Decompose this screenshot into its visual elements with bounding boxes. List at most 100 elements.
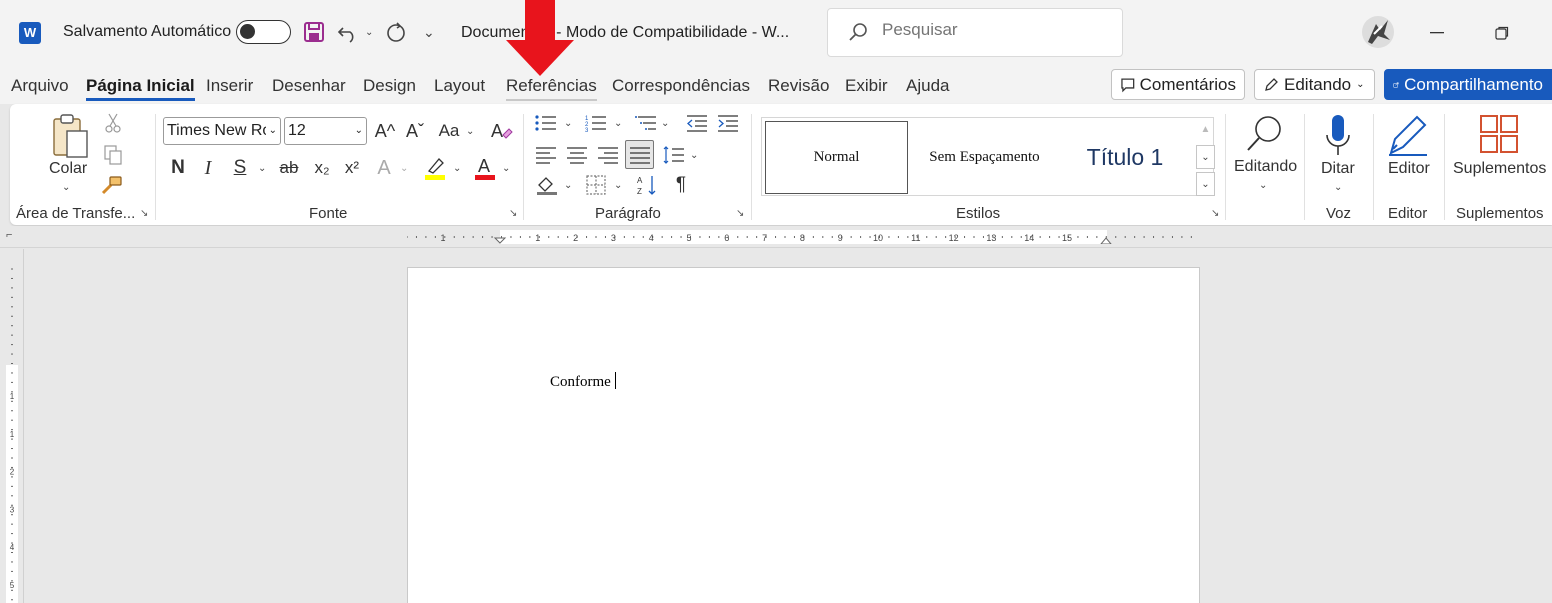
- paste-icon[interactable]: [50, 112, 90, 160]
- microphone-icon[interactable]: [1322, 112, 1354, 158]
- add-ins-label[interactable]: Suplementos: [1453, 160, 1546, 178]
- grow-font-icon[interactable]: A^: [372, 118, 398, 144]
- font-color-dropdown-icon[interactable]: ⌄: [502, 163, 510, 174]
- format-painter-icon[interactable]: [100, 174, 124, 196]
- tab-referencias[interactable]: Referências: [506, 76, 597, 101]
- strikethrough-button[interactable]: ab: [276, 155, 302, 181]
- tab-desenhar[interactable]: Desenhar: [272, 76, 346, 96]
- tab-selector-icon[interactable]: ⌐: [6, 229, 12, 241]
- highlight-dropdown-icon[interactable]: ⌄: [453, 163, 461, 174]
- share-button[interactable]: Compartilhamento: [1384, 69, 1552, 100]
- tab-layout[interactable]: Layout: [434, 76, 485, 96]
- decrease-indent-icon[interactable]: [685, 112, 709, 134]
- editing-dropdown-icon[interactable]: ⌄: [1259, 180, 1267, 191]
- case-dropdown-icon[interactable]: ⌄: [466, 126, 474, 137]
- numbering-icon[interactable]: 123: [584, 112, 608, 134]
- style-heading-1[interactable]: Título 1: [1060, 121, 1190, 194]
- tab-design[interactable]: Design: [363, 76, 416, 96]
- italic-button[interactable]: I: [196, 155, 220, 181]
- sort-icon[interactable]: AZ: [636, 174, 660, 196]
- ruler-label: 3: [611, 233, 616, 243]
- add-ins-icon[interactable]: [1477, 112, 1521, 156]
- subscript-button[interactable]: x₂: [310, 155, 334, 181]
- text-effects-dropdown-icon[interactable]: ⌄: [400, 163, 408, 174]
- numbering-dropdown-icon[interactable]: ⌄: [614, 118, 622, 129]
- vertical-ruler: 1 1 2 3 4 5: [0, 249, 24, 603]
- ruler-scale[interactable]: 1 1 2 3 4 5 6 7 8 9 10 11 12 13 14 15: [407, 230, 1200, 244]
- show-paragraph-marks-icon[interactable]: ¶: [670, 174, 692, 196]
- shrink-font-icon[interactable]: Aˇ: [402, 118, 428, 144]
- font-color-icon[interactable]: A: [472, 154, 498, 182]
- styles-more-icon[interactable]: ⌄: [1196, 172, 1215, 196]
- tab-exibir[interactable]: Exibir: [845, 76, 888, 96]
- search-input[interactable]: [882, 20, 1102, 40]
- minimize-icon[interactable]: [1422, 18, 1452, 48]
- undo-icon[interactable]: [336, 20, 360, 44]
- tab-ajuda[interactable]: Ajuda: [906, 76, 949, 96]
- text-effects-icon[interactable]: A: [372, 155, 396, 181]
- font-family-select[interactable]: Times New Ro ⌄: [163, 117, 281, 145]
- align-left-icon[interactable]: [534, 144, 558, 166]
- customize-toolbar-icon[interactable]: ⌄: [423, 24, 435, 41]
- font-size-select[interactable]: 12 ⌄: [284, 117, 367, 145]
- increase-indent-icon[interactable]: [716, 112, 740, 134]
- autosave-toggle[interactable]: [236, 20, 291, 44]
- tab-arquivo[interactable]: Arquivo: [11, 76, 69, 96]
- styles-scroll-down-icon[interactable]: ⌄: [1196, 145, 1215, 169]
- clipboard-launcher-icon[interactable]: ↘: [140, 208, 150, 219]
- copy-icon[interactable]: [102, 144, 124, 166]
- ruler-label: 4: [649, 233, 654, 243]
- avatar[interactable]: [1362, 16, 1394, 48]
- change-case-icon[interactable]: Aa: [436, 118, 462, 144]
- paragraph-launcher-icon[interactable]: ↘: [736, 208, 746, 219]
- search-box[interactable]: [827, 8, 1123, 57]
- dictate-dropdown-icon[interactable]: ⌄: [1334, 182, 1342, 193]
- undo-dropdown-icon[interactable]: ⌄: [365, 27, 373, 38]
- editing-label[interactable]: Editando: [1234, 158, 1297, 176]
- justify-icon[interactable]: [625, 140, 654, 169]
- editor-label[interactable]: Editor: [1388, 160, 1430, 178]
- multilevel-dropdown-icon[interactable]: ⌄: [661, 118, 669, 129]
- bullets-icon[interactable]: [534, 112, 558, 134]
- comments-button[interactable]: Comentários: [1111, 69, 1245, 100]
- tab-correspondencias[interactable]: Correspondências: [612, 76, 750, 96]
- save-icon[interactable]: [302, 20, 326, 44]
- align-right-icon[interactable]: [596, 144, 620, 166]
- shading-icon[interactable]: [535, 174, 559, 196]
- editing-mode-button[interactable]: Editando ⌄: [1254, 69, 1375, 100]
- clear-formatting-icon[interactable]: A: [488, 117, 514, 145]
- align-center-icon[interactable]: [565, 144, 589, 166]
- document-page[interactable]: Conforme: [407, 267, 1200, 603]
- borders-icon[interactable]: [584, 174, 608, 196]
- tab-pagina-inicial[interactable]: Página Inicial: [86, 76, 195, 101]
- tab-inserir[interactable]: Inserir: [206, 76, 253, 96]
- style-normal[interactable]: Normal: [765, 121, 908, 194]
- tab-revisao[interactable]: Revisão: [768, 76, 829, 96]
- cut-icon[interactable]: [102, 112, 124, 134]
- paste-dropdown-icon[interactable]: ⌄: [62, 182, 70, 193]
- superscript-button[interactable]: x²: [340, 155, 364, 181]
- style-no-spacing[interactable]: Sem Espaçamento: [912, 121, 1057, 194]
- line-spacing-icon[interactable]: [662, 144, 686, 166]
- bullets-dropdown-icon[interactable]: ⌄: [564, 118, 572, 129]
- styles-scroll-up-icon[interactable]: ▲: [1196, 117, 1215, 141]
- borders-dropdown-icon[interactable]: ⌄: [614, 180, 622, 191]
- shading-dropdown-icon[interactable]: ⌄: [564, 180, 572, 191]
- restore-icon[interactable]: [1487, 18, 1517, 48]
- dictate-label[interactable]: Ditar: [1321, 160, 1355, 178]
- underline-dropdown-icon[interactable]: ⌄: [258, 163, 266, 174]
- find-icon[interactable]: [1242, 112, 1286, 156]
- styles-launcher-icon[interactable]: ↘: [1211, 208, 1221, 219]
- font-size-value: 12: [288, 122, 306, 139]
- redo-icon[interactable]: [384, 20, 408, 44]
- document-body[interactable]: Conforme: [550, 372, 616, 391]
- paste-label[interactable]: Colar: [49, 160, 87, 178]
- underline-button[interactable]: S: [228, 155, 252, 181]
- bold-button[interactable]: N: [166, 155, 190, 181]
- highlight-icon[interactable]: [422, 154, 448, 182]
- font-launcher-icon[interactable]: ↘: [509, 208, 519, 219]
- multilevel-list-icon[interactable]: [634, 112, 658, 134]
- line-spacing-dropdown-icon[interactable]: ⌄: [690, 150, 698, 161]
- vertical-ruler-scale[interactable]: 1 1 2 3 4 5: [0, 249, 24, 603]
- editor-icon[interactable]: [1386, 112, 1430, 158]
